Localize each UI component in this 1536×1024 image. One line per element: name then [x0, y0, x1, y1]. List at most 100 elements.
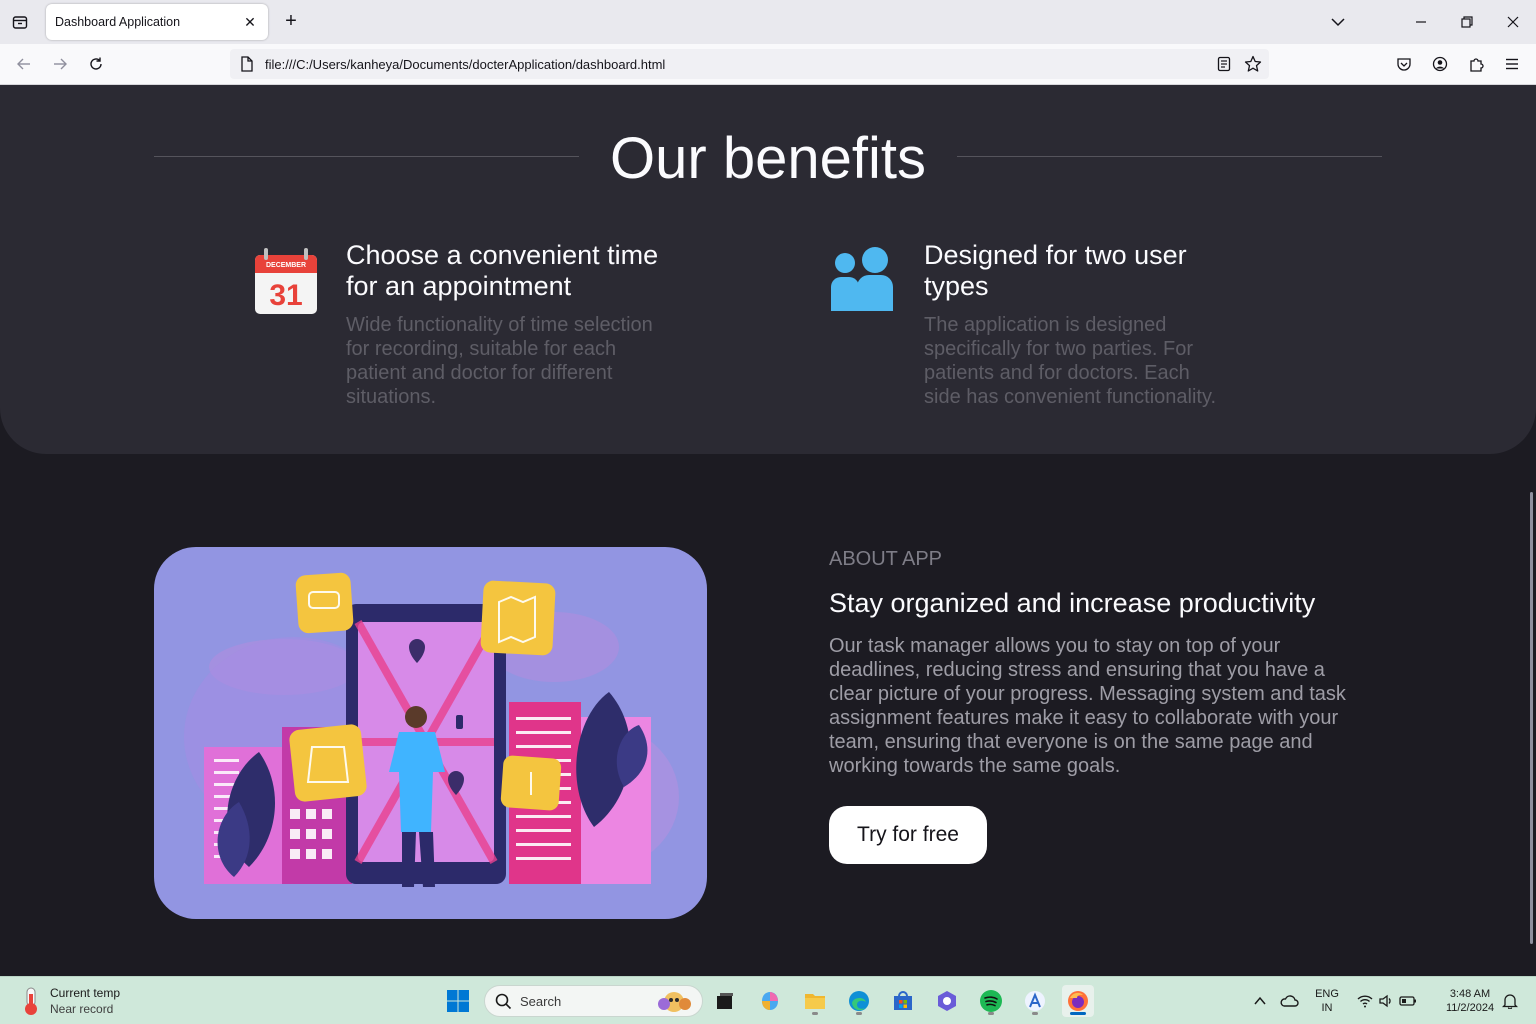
benefit-desc-line: Wide functionality of time selection [346, 314, 653, 336]
page-scrollbar[interactable] [1530, 492, 1533, 944]
windows-taskbar: Current temp Near record Search ENG IN 3… [0, 976, 1536, 1024]
show-hidden-icons-button[interactable] [1244, 985, 1276, 1017]
list-all-tabs-button[interactable] [8, 10, 32, 34]
thermometer-icon[interactable] [18, 986, 44, 1016]
benefit-desc-line: The application is designed [924, 314, 1167, 336]
about-text-line: deadlines, reducing stress and ensuring … [829, 659, 1325, 681]
active-indicator [1070, 1012, 1086, 1015]
weather-note[interactable]: Near record [50, 1002, 113, 1016]
tab-title: Dashboard Application [55, 15, 181, 29]
close-tab-icon[interactable]: ✕ [240, 12, 260, 32]
quick-settings-button[interactable] [1352, 985, 1422, 1017]
tab-dropdown-button[interactable] [1328, 12, 1348, 32]
calendar-icon: DECEMBER 31 [255, 248, 317, 314]
input-language-indicator[interactable]: ENG IN [1310, 987, 1344, 1015]
calendar-day-text: 31 [269, 279, 302, 312]
hamburger-menu-icon [1506, 58, 1518, 70]
benefit-title-user-types: Designed for two user types [924, 240, 1187, 302]
tab-dashboard[interactable]: Dashboard Application ✕ [46, 4, 268, 40]
language-code: ENG [1315, 988, 1339, 1000]
puzzle-icon [1470, 58, 1484, 72]
benefit-desc-line: situations. [346, 386, 437, 408]
pocket-icon [1397, 58, 1411, 71]
benefit-desc-line: specifically for two parties. For [924, 338, 1193, 360]
minimize-button[interactable] [1409, 10, 1433, 34]
about-text-line: assignment features make it easy to coll… [829, 707, 1339, 729]
reload-button[interactable] [84, 52, 108, 76]
taskbar-copilot[interactable] [754, 985, 786, 1017]
benefit-desc-appointment: Wide functionality of time selection for… [346, 313, 653, 409]
navigation-toolbar: file:///C:/Users/kanheya/Documents/docte… [0, 44, 1536, 85]
menu-button[interactable] [1500, 52, 1524, 76]
onedrive-button[interactable] [1273, 985, 1305, 1017]
minimize-icon [1416, 21, 1426, 23]
task-view-icon [717, 993, 733, 1009]
taskbar-spotify[interactable] [975, 985, 1007, 1017]
about-text-line: working towards the same goals. [829, 755, 1121, 777]
benefits-title: Our benefits [610, 126, 926, 191]
benefit-desc-line: side has convenient functionality. [924, 386, 1217, 408]
restore-icon [1461, 16, 1473, 28]
close-window-button[interactable] [1501, 10, 1525, 34]
address-bar[interactable]: file:///C:/Users/kanheya/Documents/docte… [230, 49, 1269, 79]
start-button[interactable] [442, 985, 474, 1017]
region-code: IN [1321, 1002, 1333, 1014]
weather-title[interactable]: Current temp [50, 986, 120, 1000]
close-icon [1507, 16, 1519, 28]
hexagon-app-icon [938, 991, 956, 1011]
running-indicator [856, 1012, 862, 1015]
reload-icon [90, 57, 102, 70]
benefit-title-line: types [924, 271, 989, 301]
volume-icon [1379, 994, 1391, 1008]
chevron-up-icon [1254, 996, 1266, 1005]
benefit-title-appointment: Choose a convenient time for an appointm… [346, 240, 658, 302]
about-illustration [154, 547, 707, 919]
benefit-desc-line: for recording, suitable for each [346, 338, 617, 360]
notifications-button[interactable] [1494, 985, 1526, 1017]
back-button[interactable] [12, 52, 36, 76]
translate-icon [1025, 991, 1045, 1011]
reader-view-icon[interactable] [1214, 54, 1234, 74]
folder-icon [805, 994, 825, 1009]
pocket-button[interactable] [1392, 52, 1416, 76]
benefit-desc-user-types: The application is designed specifically… [924, 313, 1216, 409]
page-icon [237, 54, 257, 74]
chevron-down-icon [1331, 18, 1345, 27]
arrow-right-icon [54, 58, 67, 70]
bookmark-star-icon[interactable] [1243, 54, 1263, 74]
edge-icon [849, 991, 869, 1011]
taskbar-search-box[interactable]: Search [484, 985, 703, 1017]
about-title: Stay organized and increase productivity [829, 588, 1316, 618]
benefit-title-line: for an appointment [346, 271, 572, 301]
restore-button[interactable] [1455, 10, 1479, 34]
about-text-line: team, ensuring that everyone is on the s… [829, 731, 1313, 753]
arrow-left-icon [17, 58, 30, 70]
search-icon [495, 993, 512, 1010]
taskbar-store[interactable] [887, 985, 919, 1017]
about-text-line: Our task manager allows you to stay on t… [829, 635, 1281, 657]
new-tab-button[interactable]: + [280, 11, 302, 33]
taskbar-translator[interactable] [1019, 985, 1051, 1017]
url-text[interactable]: file:///C:/Users/kanheya/Documents/docte… [265, 57, 665, 72]
about-kicker: ABOUT APP [829, 548, 943, 570]
taskbar-file-explorer[interactable] [799, 985, 831, 1017]
account-button[interactable] [1428, 52, 1452, 76]
battery-icon [1399, 996, 1416, 1006]
benefits-section: Our benefits DECEMBER 31 Choose a conven… [0, 85, 1536, 454]
search-placeholder: Search [520, 994, 562, 1009]
store-icon [894, 991, 912, 1010]
forward-button[interactable] [48, 52, 72, 76]
copilot-icon [762, 992, 778, 1010]
extensions-button[interactable] [1464, 52, 1488, 76]
windows-logo-icon [447, 990, 469, 1012]
taskbar-task-view[interactable] [709, 985, 741, 1017]
cloud-icon [1280, 995, 1299, 1007]
try-for-free-button[interactable]: Try for free [829, 806, 987, 864]
tab-list-icon [12, 16, 28, 29]
running-indicator [812, 1012, 818, 1015]
wifi-icon [1357, 995, 1373, 1008]
benefit-title-line: Choose a convenient time [346, 240, 659, 270]
taskbar-firefox[interactable] [1062, 985, 1094, 1017]
taskbar-edge[interactable] [843, 985, 875, 1017]
taskbar-app-purple[interactable] [931, 985, 963, 1017]
